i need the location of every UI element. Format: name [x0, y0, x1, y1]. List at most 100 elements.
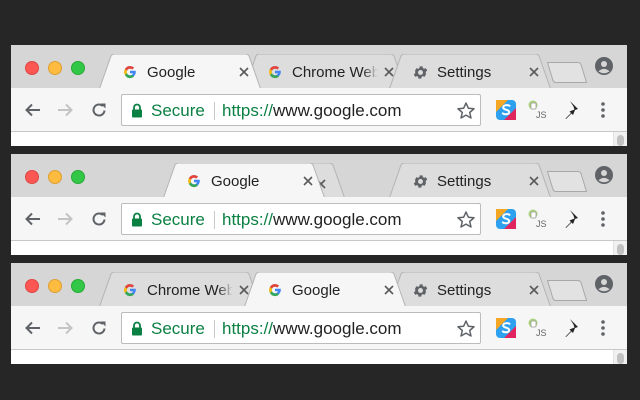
scrollbar-thumb[interactable] [617, 135, 624, 146]
google-icon [185, 172, 203, 190]
reload-icon[interactable] [89, 318, 109, 338]
js-extension-icon[interactable]: JS [527, 99, 549, 121]
url-text: https://www.google.com [222, 319, 402, 339]
omnibox-divider [214, 211, 215, 229]
reload-icon[interactable] [89, 209, 109, 229]
close-window-button[interactable] [25, 170, 39, 184]
forward-arrow-icon[interactable] [55, 209, 75, 229]
address-bar[interactable]: Secure https://www.google.com [121, 94, 481, 126]
browser-toolbar: Secure https://www.google.com JS [11, 88, 627, 132]
tab-settings[interactable]: Settings [389, 272, 551, 308]
js-extension-icon[interactable]: JS [527, 317, 549, 339]
page-content [11, 132, 627, 146]
secure-label: Secure [151, 319, 205, 338]
scrollbar[interactable] [613, 241, 627, 255]
back-arrow-icon[interactable] [23, 209, 43, 229]
close-window-button[interactable] [25, 61, 39, 75]
google-icon [121, 63, 139, 81]
tab-title: Settings [437, 63, 492, 81]
pin-extension-icon[interactable] [561, 317, 583, 339]
close-tab-icon[interactable] [527, 65, 541, 79]
tab-title: Chrome Web Store [292, 63, 378, 81]
gear-icon [411, 172, 429, 190]
menu-dots-icon[interactable] [597, 100, 609, 120]
forward-arrow-icon[interactable] [55, 100, 75, 120]
secure-label: Secure [151, 210, 205, 229]
close-tab-icon[interactable] [237, 65, 251, 79]
scrollbar-thumb[interactable] [617, 353, 624, 364]
new-tab-button[interactable] [547, 280, 587, 301]
minimize-window-button[interactable] [48, 279, 62, 293]
tab-google[interactable]: Google [163, 163, 325, 199]
url-scheme: https:// [222, 101, 274, 120]
js-extension-icon[interactable]: JS [527, 208, 549, 230]
new-tab-button[interactable] [547, 171, 587, 192]
google-icon [121, 281, 139, 299]
profile-icon[interactable] [595, 166, 613, 184]
close-tab-icon[interactable] [527, 283, 541, 297]
tab-google[interactable]: Google [244, 272, 406, 308]
pin-extension-icon[interactable] [561, 99, 583, 121]
bookmark-star-icon[interactable] [456, 319, 476, 339]
window-controls [25, 279, 85, 293]
close-tab-icon[interactable] [382, 283, 396, 297]
scrollbar[interactable] [613, 350, 627, 364]
back-arrow-icon[interactable] [23, 318, 43, 338]
new-tab-button[interactable] [547, 62, 587, 83]
secure-label: Secure [151, 101, 205, 120]
svg-text:JS: JS [536, 110, 547, 120]
maximize-window-button[interactable] [71, 279, 85, 293]
page-content [11, 241, 627, 255]
tab-strip: Google Chrome Web Store Settings [11, 45, 627, 90]
svg-text:JS: JS [536, 328, 547, 338]
address-bar[interactable]: Secure https://www.google.com [121, 203, 481, 235]
tab-chrome-web-store[interactable]: Chrome Web Store [99, 272, 261, 308]
url-scheme: https:// [222, 319, 274, 338]
back-arrow-icon[interactable] [23, 100, 43, 120]
profile-icon[interactable] [595, 57, 613, 75]
url-host: www.google.com [273, 101, 402, 120]
tab-title: Settings [437, 281, 492, 299]
close-tab-icon[interactable] [301, 174, 315, 188]
scrollbar-thumb[interactable] [617, 244, 624, 255]
browser-toolbar: Secure https://www.google.com JS [11, 306, 627, 350]
tab-settings[interactable]: Settings [389, 54, 551, 90]
tab-chrome-web-store[interactable]: Chrome Web Store [244, 54, 406, 90]
pin-extension-icon[interactable] [561, 208, 583, 230]
google-icon [266, 63, 284, 81]
reload-icon[interactable] [89, 100, 109, 120]
url-host: www.google.com [273, 319, 402, 338]
profile-icon[interactable] [595, 275, 613, 293]
tab-settings[interactable]: Settings [389, 163, 551, 199]
tab-title: Chrome Web Store [147, 281, 233, 299]
close-tab-icon[interactable] [527, 174, 541, 188]
lock-icon [132, 212, 142, 227]
omnibox-divider [214, 320, 215, 338]
tab-title: Settings [437, 172, 492, 190]
browser-window-3: Chrome Web Store Google Settings [11, 263, 627, 364]
url-text: https://www.google.com [222, 210, 402, 230]
bookmark-star-icon[interactable] [456, 210, 476, 230]
bookmark-star-icon[interactable] [456, 101, 476, 121]
skype-extension-icon[interactable] [495, 208, 517, 230]
menu-dots-icon[interactable] [597, 209, 609, 229]
skype-extension-icon[interactable] [495, 99, 517, 121]
browser-toolbar: Secure https://www.google.com JS [11, 197, 627, 241]
minimize-window-button[interactable] [48, 61, 62, 75]
tab-title: Google [211, 172, 260, 190]
maximize-window-button[interactable] [71, 170, 85, 184]
skype-extension-icon[interactable] [495, 317, 517, 339]
tab-strip: Chrome Web Store Google Settings [11, 263, 627, 308]
browser-window-2: Google Settings Secure https://www.googl… [11, 154, 627, 255]
minimize-window-button[interactable] [48, 170, 62, 184]
address-bar[interactable]: Secure https://www.google.com [121, 312, 481, 344]
menu-dots-icon[interactable] [597, 318, 609, 338]
window-controls [25, 170, 85, 184]
tab-strip: Google Settings [11, 154, 627, 199]
maximize-window-button[interactable] [71, 61, 85, 75]
close-window-button[interactable] [25, 279, 39, 293]
svg-text:JS: JS [536, 219, 547, 229]
forward-arrow-icon[interactable] [55, 318, 75, 338]
scrollbar[interactable] [613, 132, 627, 146]
tab-google[interactable]: Google [99, 54, 261, 90]
